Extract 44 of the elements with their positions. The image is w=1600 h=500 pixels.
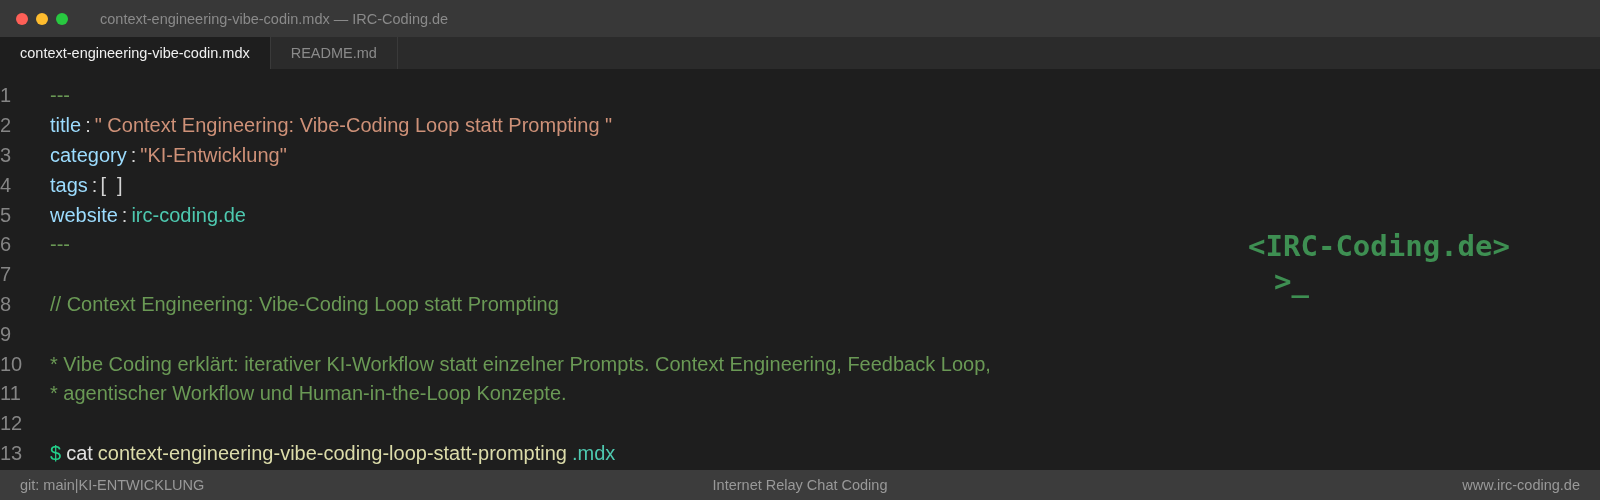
punctuation: : [91,173,98,197]
yaml-key: website [50,203,118,227]
link-text[interactable]: .mdx [571,441,616,465]
punctuation: [ ] [100,173,123,197]
comment-text: * Vibe Coding erklärt: iterativer KI-Workflow statt einzelner Prompts. Context Engineering, Feedback Loop, [50,352,991,376]
punctuation: : [121,203,128,227]
website-link[interactable]: www.irc-coding.de [1462,477,1580,493]
string-value: "KI-Entwicklung" [140,144,287,167]
line-number: 1 [0,84,13,108]
logo-text: <IRC-Coding.de> [1248,229,1510,264]
line-number: 5 [0,203,13,227]
punctuation: : [130,144,137,167]
window-title: context-engineering-vibe-codin.mdx — IRC-Coding.de [100,10,449,27]
yaml-key: category [50,144,127,167]
file-tab[interactable]: context-engineering-vibe-codin.mdx [0,37,271,69]
line-number: 9 [0,322,13,346]
minimize-button[interactable] [36,12,48,25]
prompt-symbol: $ [50,441,62,465]
terminal-prompt: >_ [1273,263,1310,299]
line-number: 8 [0,292,13,316]
yaml-key: title [50,114,82,138]
filename-text: context-engineering-vibe-coding-loop-statt-prompting [97,441,567,465]
punctuation: : [85,114,91,138]
line-number: 10 [0,352,24,376]
yaml-key: tags [50,173,88,197]
line-number: 7 [0,263,13,287]
comment-text: * agentischer Workflow und Human-in-the-Loop Konzepte. [50,382,567,406]
string-value: " Context Engineering: Vibe-Coding Loop statt Prompting " [94,114,613,138]
frontmatter-delimiter: --- [50,233,70,257]
close-button[interactable] [16,12,28,25]
line-number: 3 [0,144,13,167]
line-number: 13 [0,441,24,465]
maximize-button[interactable] [56,12,68,25]
line-number: 4 [0,173,13,197]
line-number: 2 [0,114,13,138]
line-number: 12 [0,412,24,436]
status-text: Internet Relay Chat Coding [712,477,888,493]
comment-text: // Context Engineering: Vibe-Coding Loop statt Prompting [50,292,559,316]
command-text: cat [66,441,93,465]
line-number: 6 [0,233,13,257]
line-number: 11 [0,382,22,406]
git-status: git: main|KI-ENTWICKLUNG [20,477,206,493]
frontmatter-delimiter: --- [50,84,70,108]
link-text[interactable]: irc-coding.de [131,203,246,227]
